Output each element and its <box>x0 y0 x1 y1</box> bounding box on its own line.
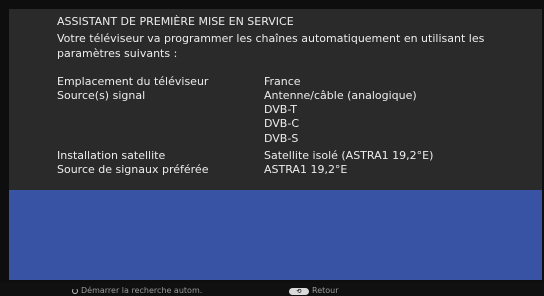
start-search-hint[interactable]: Démarrer la recherche autom. <box>72 286 202 296</box>
preferred-source-label: Source de signaux préférée <box>57 163 209 176</box>
wizard-description: Votre téléviseur va programmer les chaîn… <box>57 32 485 60</box>
source-label: Source(s) signal <box>57 89 146 102</box>
source-value-dvbs: DVB-S <box>264 132 299 145</box>
location-value: France <box>264 75 301 88</box>
wizard-title: ASSISTANT DE PREMIÈRE MISE EN SERVICE <box>57 15 294 28</box>
preferred-source-value: ASTRA1 19,2°E <box>264 163 348 176</box>
back-label: Retour <box>312 286 339 295</box>
source-value-dvbt: DVB-T <box>264 103 298 116</box>
source-value-dvbc: DVB-C <box>264 117 299 130</box>
start-search-label: Démarrer la recherche autom. <box>81 286 203 295</box>
source-value-analog: Antenne/câble (analogique) <box>264 89 417 102</box>
satellite-value: Satellite isolé (ASTRA1 19,2°E) <box>264 149 434 162</box>
power-icon <box>72 288 78 294</box>
back-key-glyph: ⟲ <box>296 287 302 295</box>
selection-area <box>9 190 542 280</box>
satellite-label: Installation satellite <box>57 149 166 162</box>
location-label: Emplacement du téléviseur <box>57 75 209 88</box>
back-key-icon: ⟲ <box>289 287 309 295</box>
back-hint[interactable]: ⟲ Retour <box>289 286 339 296</box>
